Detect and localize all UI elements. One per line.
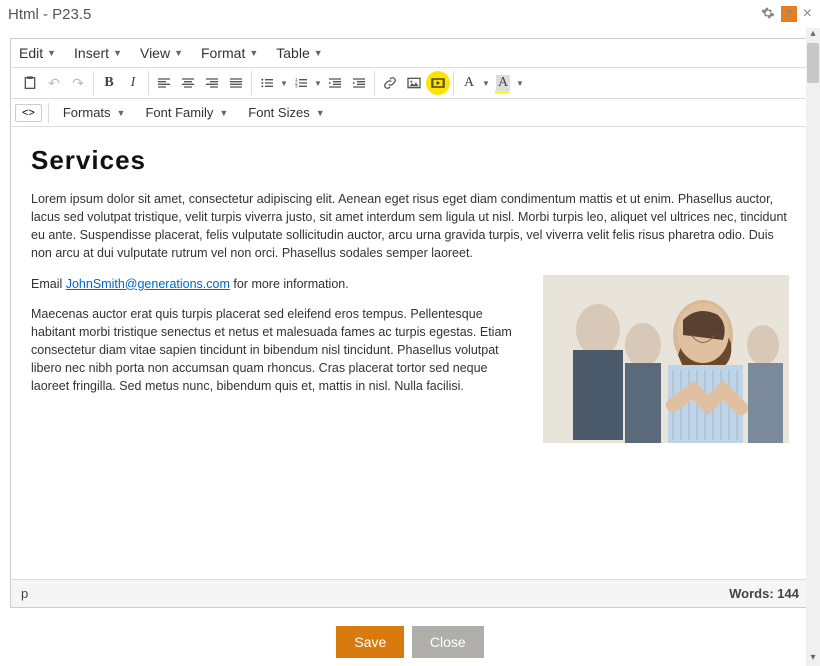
svg-text:3: 3 [295,84,298,89]
title-bar: Html - P23.5 ? × [0,0,820,28]
paste-icon[interactable] [18,71,42,95]
menu-format[interactable]: Format▼ [201,45,258,61]
bg-color-dropdown[interactable]: ▼ [515,79,525,88]
text-color-dropdown[interactable]: ▼ [481,79,491,88]
undo-icon[interactable]: ↶ [42,71,66,95]
content-heading: Services [31,145,789,176]
align-right-icon[interactable] [200,71,224,95]
element-path[interactable]: p [21,586,28,601]
bullet-list-dropdown[interactable]: ▼ [279,79,289,88]
content-image[interactable] [543,275,789,443]
image-icon[interactable] [402,71,426,95]
numbered-list-icon[interactable]: 123 [289,71,313,95]
email-link[interactable]: JohnSmith@generations.com [66,277,230,291]
indent-icon[interactable] [347,71,371,95]
numbered-list-dropdown[interactable]: ▼ [313,79,323,88]
media-embed-icon[interactable] [426,71,450,95]
align-center-icon[interactable] [176,71,200,95]
bold-button[interactable]: B [97,71,121,95]
scroll-up-icon[interactable]: ▴ [806,28,820,42]
vertical-scrollbar[interactable]: ▴ ▾ [806,28,820,666]
toolbar-row-1: ↶ ↷ B I ▼ 123 ▼ A ▼ A [11,68,809,99]
menu-view[interactable]: View▼ [140,45,183,61]
formats-select[interactable]: Formats▼ [55,102,134,123]
editor-container: Edit▼ Insert▼ View▼ Format▼ Table▼ ↶ ↷ B… [10,38,810,608]
text-color-button[interactable]: A [457,71,481,95]
scroll-thumb[interactable] [807,43,819,83]
menu-edit[interactable]: Edit▼ [19,45,56,61]
bullet-list-icon[interactable] [255,71,279,95]
align-left-icon[interactable] [152,71,176,95]
window-title: Html - P23.5 [8,6,755,23]
bg-color-button[interactable]: A [491,71,515,95]
source-code-toggle[interactable]: <> [15,104,42,122]
close-icon[interactable]: × [803,5,812,23]
close-button[interactable]: Close [412,626,484,658]
word-count: Words: 144 [729,586,799,601]
align-justify-icon[interactable] [224,71,248,95]
scroll-down-icon[interactable]: ▾ [806,652,820,666]
outdent-icon[interactable] [323,71,347,95]
content-paragraph-1: Lorem ipsum dolor sit amet, consectetur … [31,190,789,263]
footer-buttons: Save Close [0,618,820,666]
help-icon[interactable]: ? [781,6,797,22]
gear-icon[interactable] [761,6,775,23]
menu-bar: Edit▼ Insert▼ View▼ Format▼ Table▼ [11,39,809,68]
font-family-select[interactable]: Font Family▼ [137,102,236,123]
redo-icon[interactable]: ↷ [66,71,90,95]
toolbar-row-2: <> Formats▼ Font Family▼ Font Sizes▼ [11,99,809,127]
link-icon[interactable] [378,71,402,95]
editor-content[interactable]: Services Lorem ipsum dolor sit amet, con… [11,127,809,579]
menu-insert[interactable]: Insert▼ [74,45,122,61]
save-button[interactable]: Save [336,626,404,658]
status-bar: p Words: 144 [11,579,809,607]
italic-button[interactable]: I [121,71,145,95]
font-sizes-select[interactable]: Font Sizes▼ [240,102,332,123]
menu-table[interactable]: Table▼ [276,45,322,61]
